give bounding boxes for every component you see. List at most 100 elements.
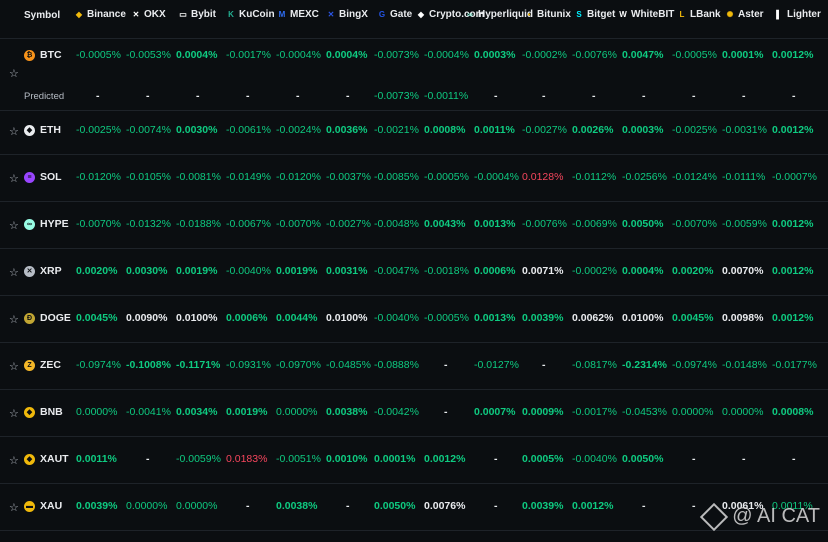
funding-rate-cell[interactable]: -0.0004% <box>424 49 469 61</box>
funding-rate-cell[interactable]: 0.0012% <box>424 453 465 465</box>
funding-rate-cell[interactable]: - <box>444 406 448 418</box>
funding-rate-cell[interactable]: -0.0042% <box>374 406 419 418</box>
symbol-label[interactable]: XAU <box>40 500 62 512</box>
predicted-rate-cell[interactable]: - <box>296 90 300 102</box>
funding-rate-cell[interactable]: -0.0073% <box>374 49 419 61</box>
funding-rate-cell[interactable]: 0.0012% <box>772 49 813 61</box>
funding-rate-cell[interactable]: -0.0021% <box>374 124 419 136</box>
exchange-header-aster[interactable]: ✺ Aster <box>725 9 764 20</box>
funding-rate-cell[interactable]: -0.0076% <box>572 49 617 61</box>
funding-rate-cell[interactable]: -0.0025% <box>76 124 121 136</box>
funding-rate-cell[interactable]: -0.0485% <box>326 359 371 371</box>
funding-rate-cell[interactable]: -0.0005% <box>76 49 121 61</box>
funding-rate-cell[interactable]: -0.0005% <box>424 171 469 183</box>
funding-rate-cell[interactable]: 0.0043% <box>424 218 465 230</box>
predicted-rate-cell[interactable]: - <box>494 90 498 102</box>
funding-rate-cell[interactable]: -0.0037% <box>326 171 371 183</box>
funding-rate-cell[interactable]: -0.0888% <box>374 359 419 371</box>
funding-rate-cell[interactable]: -0.0931% <box>226 359 271 371</box>
funding-rate-cell[interactable]: -0.0002% <box>522 49 567 61</box>
predicted-rate-cell[interactable]: - <box>692 90 696 102</box>
funding-rate-cell[interactable]: 0.0030% <box>176 124 217 136</box>
symbol-label[interactable]: ETH <box>40 124 61 136</box>
symbol-label[interactable]: SOL <box>40 171 62 183</box>
funding-rate-cell[interactable]: -0.0127% <box>474 359 519 371</box>
funding-rate-cell[interactable]: 0.0076% <box>424 500 465 512</box>
funding-rate-cell[interactable]: -0.0061% <box>226 124 271 136</box>
funding-rate-cell[interactable]: 0.0090% <box>126 312 167 324</box>
funding-rate-cell[interactable]: 0.0000% <box>176 500 217 512</box>
funding-rate-cell[interactable]: 0.0039% <box>522 312 563 324</box>
funding-rate-cell[interactable]: 0.0006% <box>226 312 267 324</box>
funding-rate-cell[interactable]: - <box>494 500 498 512</box>
favorite-star-icon[interactable]: ☆ <box>9 125 19 138</box>
funding-rate-cell[interactable]: - <box>792 453 796 465</box>
symbol-label[interactable]: ZEC <box>40 359 61 371</box>
funding-rate-cell[interactable]: -0.0070% <box>76 218 121 230</box>
funding-rate-cell[interactable]: -0.0002% <box>572 265 617 277</box>
funding-rate-cell[interactable]: -0.2314% <box>622 359 667 371</box>
funding-rate-cell[interactable]: 0.0004% <box>326 49 367 61</box>
funding-rate-cell[interactable]: 0.0013% <box>474 218 515 230</box>
funding-rate-cell[interactable]: 0.0026% <box>572 124 613 136</box>
exchange-header-gate[interactable]: G Gate <box>377 9 412 20</box>
funding-rate-cell[interactable]: 0.0011% <box>76 453 117 465</box>
funding-rate-cell[interactable]: -0.0120% <box>76 171 121 183</box>
symbol-label[interactable]: XRP <box>40 265 62 277</box>
funding-rate-cell[interactable]: -0.0817% <box>572 359 617 371</box>
funding-rate-cell[interactable]: 0.0008% <box>424 124 465 136</box>
funding-rate-cell[interactable]: -0.0018% <box>424 265 469 277</box>
funding-rate-cell[interactable]: -0.0085% <box>374 171 419 183</box>
favorite-star-icon[interactable]: ☆ <box>9 172 19 185</box>
funding-rate-cell[interactable]: 0.0001% <box>722 49 763 61</box>
funding-rate-cell[interactable]: -0.0004% <box>276 49 321 61</box>
funding-rate-cell[interactable]: 0.0183% <box>226 453 267 465</box>
funding-rate-cell[interactable]: 0.0030% <box>126 265 167 277</box>
funding-rate-cell[interactable]: 0.0047% <box>622 49 663 61</box>
funding-rate-cell[interactable]: -0.0040% <box>572 453 617 465</box>
predicted-rate-cell[interactable]: - <box>246 90 250 102</box>
predicted-rate-cell[interactable]: - <box>196 90 200 102</box>
funding-rate-cell[interactable]: 0.0010% <box>326 453 367 465</box>
symbol-label[interactable]: BTC <box>40 49 62 61</box>
funding-rate-cell[interactable]: 0.0000% <box>126 500 167 512</box>
funding-rate-cell[interactable]: -0.0105% <box>126 171 171 183</box>
funding-rate-cell[interactable]: 0.0062% <box>572 312 613 324</box>
funding-rate-cell[interactable]: - <box>742 453 746 465</box>
funding-rate-cell[interactable]: -0.0132% <box>126 218 171 230</box>
symbol-column-header[interactable]: Symbol <box>24 10 60 21</box>
exchange-header-binance[interactable]: ◆ Binance <box>74 9 126 20</box>
exchange-header-mexc[interactable]: M MEXC <box>277 9 319 20</box>
funding-rate-cell[interactable]: 0.0004% <box>176 49 217 61</box>
funding-rate-cell[interactable]: 0.0006% <box>474 265 515 277</box>
funding-rate-cell[interactable]: -0.0005% <box>424 312 469 324</box>
exchange-header-bingx[interactable]: ✕ BingX <box>326 9 368 20</box>
funding-rate-cell[interactable]: -0.0076% <box>522 218 567 230</box>
funding-rate-cell[interactable]: -0.0188% <box>176 218 221 230</box>
funding-rate-cell[interactable]: -0.0041% <box>126 406 171 418</box>
funding-rate-cell[interactable]: 0.0003% <box>622 124 663 136</box>
funding-rate-cell[interactable]: 0.0004% <box>622 265 663 277</box>
funding-rate-cell[interactable]: - <box>542 359 546 371</box>
predicted-rate-cell[interactable]: - <box>542 90 546 102</box>
funding-rate-cell[interactable]: 0.0100% <box>622 312 663 324</box>
exchange-header-lighter[interactable]: ▌ Lighter <box>774 9 821 20</box>
funding-rate-cell[interactable]: 0.0012% <box>572 500 613 512</box>
funding-rate-cell[interactable]: 0.0038% <box>276 500 317 512</box>
funding-rate-cell[interactable]: - <box>246 500 250 512</box>
funding-rate-cell[interactable]: 0.0020% <box>672 265 713 277</box>
exchange-header-okx[interactable]: ✕ OKX <box>131 9 166 20</box>
symbol-label[interactable]: BNB <box>40 406 63 418</box>
funding-rate-cell[interactable]: 0.0050% <box>622 453 663 465</box>
funding-rate-cell[interactable]: -0.0111% <box>722 171 765 183</box>
exchange-header-bybit[interactable]: ▭ Bybit <box>178 9 216 20</box>
funding-rate-cell[interactable]: 0.0071% <box>522 265 563 277</box>
funding-rate-cell[interactable]: -0.0017% <box>226 49 271 61</box>
funding-rate-cell[interactable]: 0.0100% <box>326 312 367 324</box>
favorite-star-icon[interactable]: ☆ <box>9 407 19 420</box>
exchange-header-kucoin[interactable]: K KuCoin <box>226 9 274 20</box>
predicted-rate-cell[interactable]: - <box>146 90 150 102</box>
favorite-star-icon[interactable]: ☆ <box>9 266 19 279</box>
predicted-rate-cell[interactable]: - <box>346 90 350 102</box>
favorite-star-icon[interactable]: ☆ <box>9 454 19 467</box>
